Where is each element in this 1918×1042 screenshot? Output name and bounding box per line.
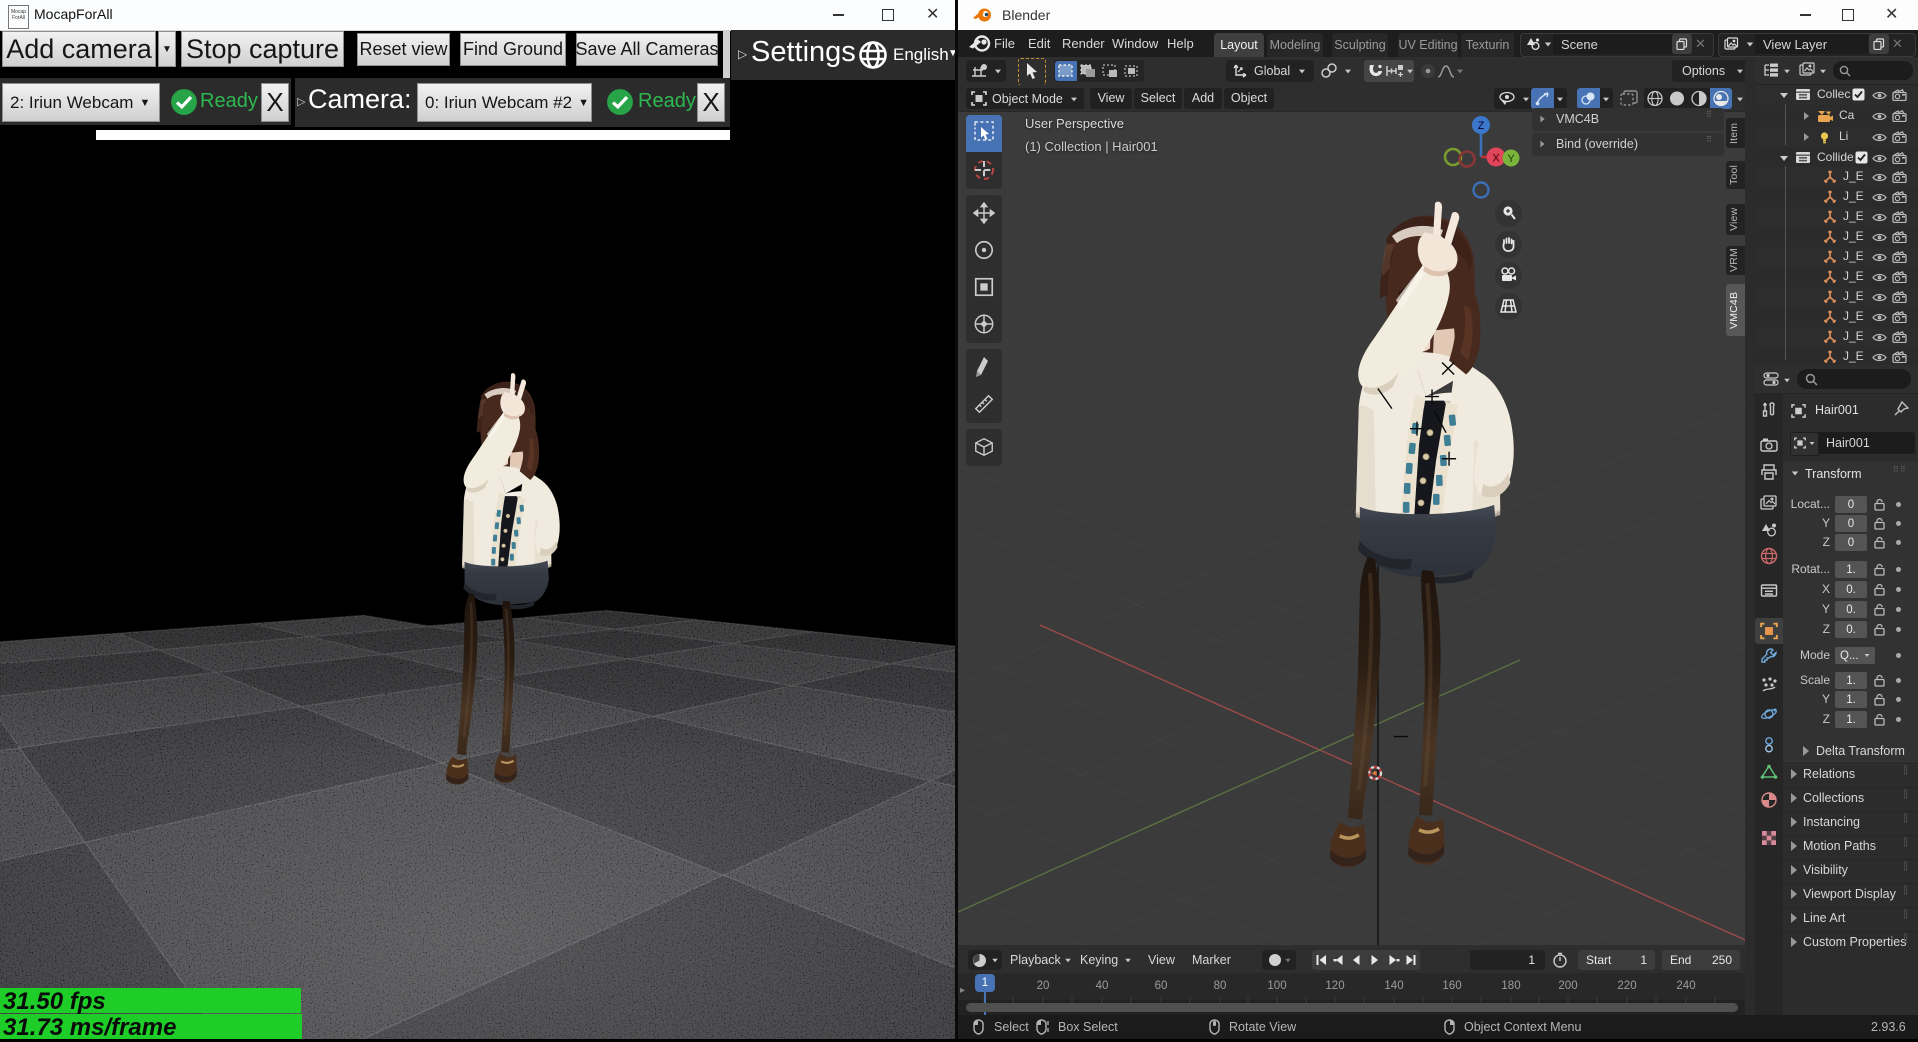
svg-text:60: 60 <box>1155 980 1168 992</box>
svg-text:Z: Z <box>1478 120 1485 132</box>
svg-text:240: 240 <box>1676 980 1695 992</box>
svg-text:200: 200 <box>1558 980 1577 992</box>
svg-text:X: X <box>1492 153 1500 165</box>
svg-text:160: 160 <box>1442 980 1461 992</box>
svg-text:220: 220 <box>1617 980 1636 992</box>
svg-text:20: 20 <box>1037 980 1050 992</box>
svg-text:100: 100 <box>1267 980 1286 992</box>
svg-text:120: 120 <box>1325 980 1344 992</box>
svg-text:180: 180 <box>1501 980 1520 992</box>
svg-text:Y: Y <box>1507 153 1515 165</box>
svg-text:140: 140 <box>1384 980 1403 992</box>
svg-text:80: 80 <box>1214 980 1227 992</box>
svg-text:40: 40 <box>1096 980 1109 992</box>
